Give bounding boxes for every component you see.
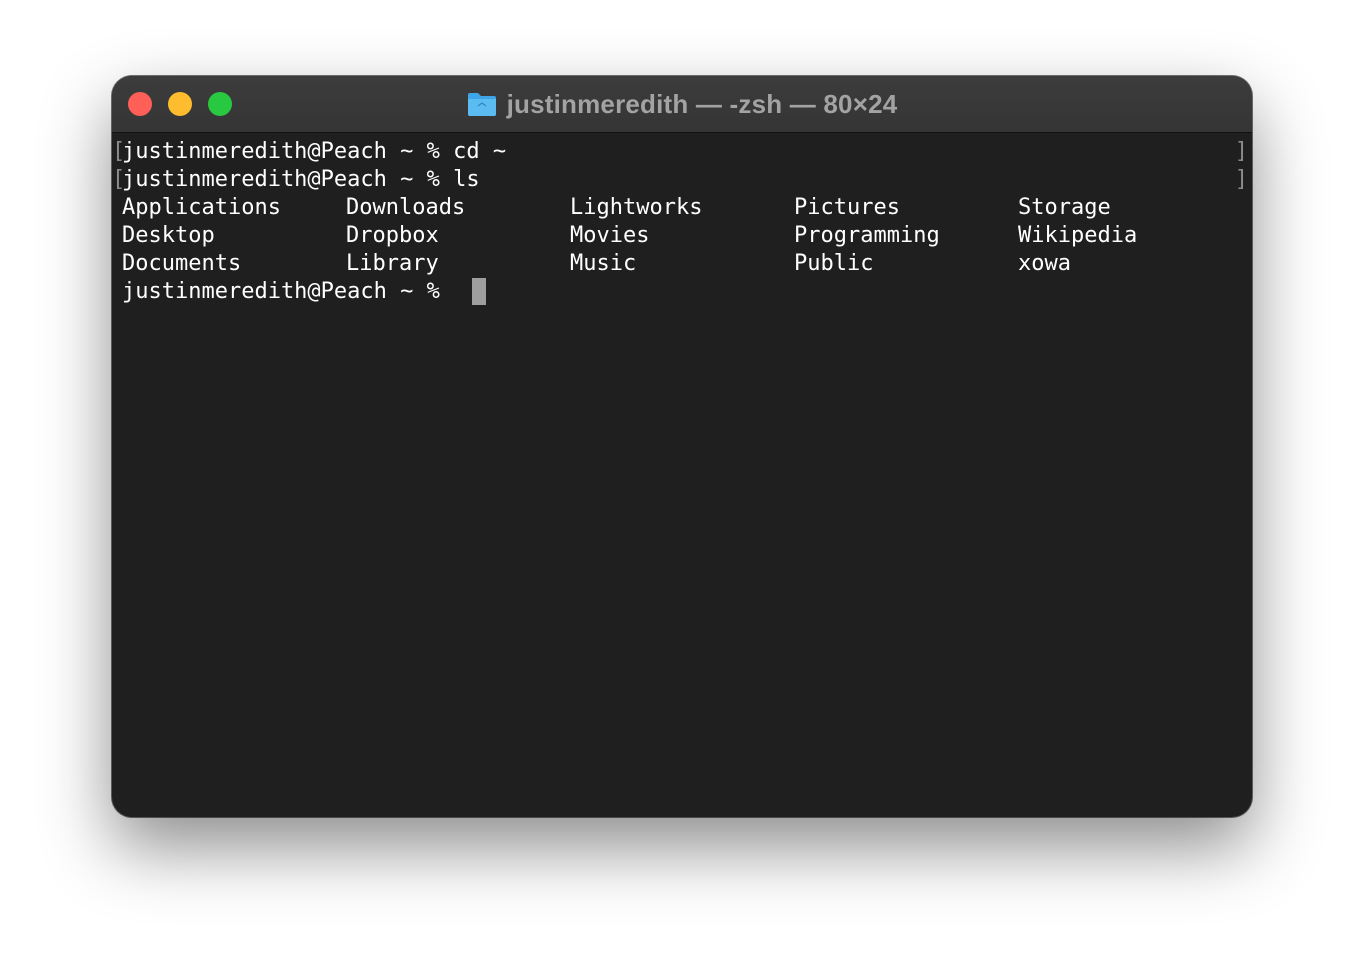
ls-entry: Desktop [122, 223, 215, 248]
ls-entry: Programming [794, 223, 940, 248]
folder-icon [467, 93, 496, 116]
ls-entry: Storage [1018, 195, 1111, 220]
terminal-content[interactable]: [ justinmeredith@Peach ~ % cd ~ ] [ just… [112, 136, 1252, 817]
ls-entry: Library [346, 251, 439, 276]
command-text: cd ~ [453, 139, 507, 164]
prompt-text: justinmeredith@Peach ~ % [122, 139, 440, 164]
command-line-2: justinmeredith@Peach ~ % ls [122, 166, 480, 194]
ls-entry: Downloads [346, 195, 466, 220]
window-title: justinmeredith — -zsh — 80×24 [112, 76, 1252, 132]
ls-entry: Applications [122, 195, 281, 220]
command-text: ls [453, 167, 480, 192]
text-cursor [472, 278, 486, 305]
prompt-text: justinmeredith@Peach ~ % [122, 167, 440, 192]
window-title-text: justinmeredith — -zsh — 80×24 [506, 88, 898, 119]
prompt-text: justinmeredith@Peach ~ % [122, 279, 440, 304]
mark-bracket-right: ] [1234, 139, 1248, 164]
terminal-window: justinmeredith — -zsh — 80×24 [ justinme… [112, 76, 1252, 817]
ls-entry: xowa [1018, 251, 1071, 276]
ls-entry: Public [794, 251, 874, 276]
ls-entry: Wikipedia [1018, 223, 1138, 248]
ls-entry: Music [570, 251, 637, 276]
mark-bracket-right: ] [1234, 167, 1248, 192]
command-line-1: justinmeredith@Peach ~ % cd ~ [122, 138, 506, 166]
ls-entry: Movies [570, 223, 650, 248]
ls-entry: Dropbox [346, 223, 439, 248]
title-bar[interactable]: justinmeredith — -zsh — 80×24 [112, 76, 1252, 133]
ls-entry: Lightworks [570, 195, 703, 220]
ls-entry: Documents [122, 251, 242, 276]
current-prompt-line: justinmeredith@Peach ~ % [122, 278, 440, 306]
ls-entry: Pictures [794, 195, 900, 220]
